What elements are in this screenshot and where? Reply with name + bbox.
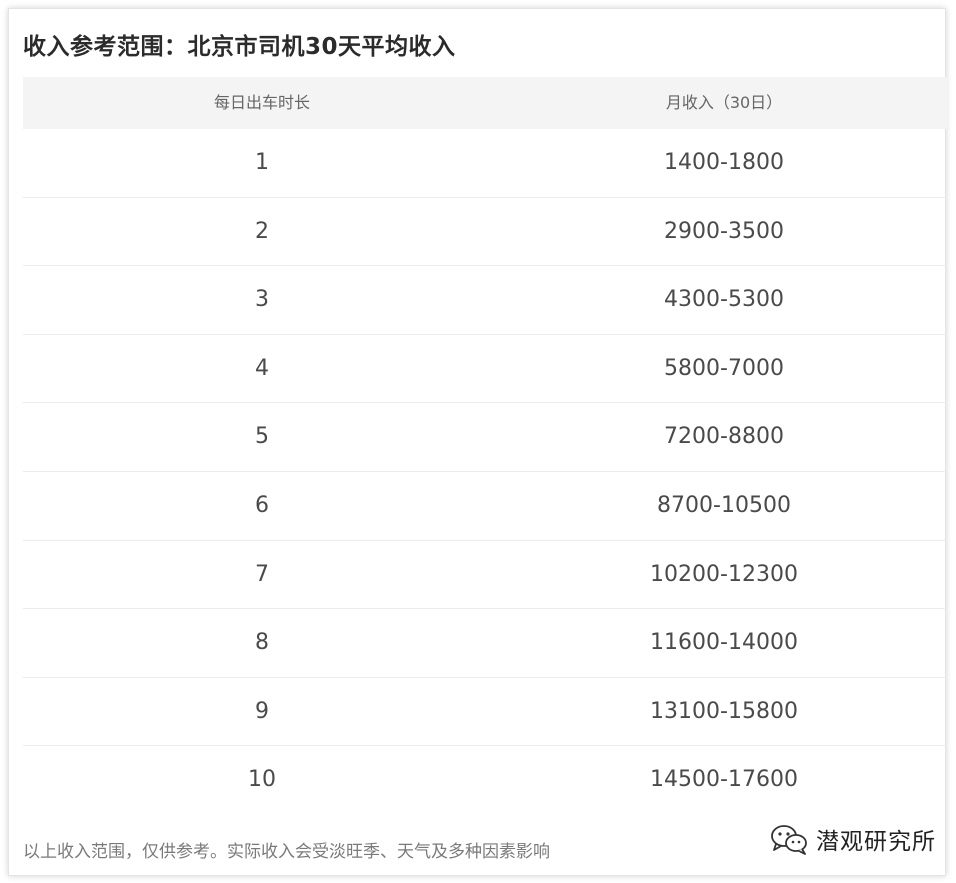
daily-hours-cell: 3: [255, 287, 269, 313]
daily-hours-cell: 5: [255, 424, 269, 450]
daily-hours-cell: 1: [255, 150, 269, 175]
monthly-income-cell: 5800-7000: [664, 355, 784, 381]
table-row: 3 4300-5300: [23, 266, 947, 335]
daily-hours-cell: 6: [255, 492, 269, 518]
daily-hours-cell: 2: [255, 218, 269, 244]
daily-hours-cell: 9: [255, 698, 269, 724]
table-row: 4 5800-7000: [23, 335, 947, 404]
watermark-text: 潜观研究所: [816, 829, 936, 855]
table-header: 每日出车时长 月收入（30日）: [23, 77, 947, 129]
table-row: 6 8700-10500: [23, 472, 947, 541]
monthly-income-cell: 11600-14000: [650, 630, 798, 656]
table-row: 7 10200-12300: [23, 541, 947, 610]
monthly-income-cell: 13100-15800: [650, 698, 798, 724]
monthly-income-cell: 7200-8800: [664, 424, 784, 450]
disclaimer-text: 以上收入范围，仅供参考。实际收入会受淡旺季、天气及多种因素影响: [23, 842, 550, 862]
monthly-income-cell: 4300-5300: [664, 287, 784, 313]
monthly-income-cell: 2900-3500: [664, 218, 784, 244]
income-table: 每日出车时长 月收入（30日） 1 1400-1800 2 2900-3500 …: [23, 77, 947, 825]
table-row: 5 7200-8800: [23, 403, 947, 472]
table-row: 2 2900-3500: [23, 198, 947, 267]
column-header-daily-hours: 每日出车时长: [213, 93, 310, 112]
monthly-income-cell: 14500-17600: [650, 767, 798, 793]
monthly-income-cell: 8700-10500: [657, 492, 791, 518]
daily-hours-cell: 10: [248, 767, 276, 793]
table-body: 1 1400-1800 2 2900-3500 3 4300-5300 4 58…: [23, 129, 947, 815]
table-row: 9 13100-15800: [23, 678, 947, 747]
table-row: 1 1400-1800: [23, 129, 947, 198]
income-table-card: 收入参考范围：北京市司机30天平均收入 每日出车时长 月收入（30日） 1 14…: [8, 8, 947, 876]
column-header-monthly-income: 月收入（30日）: [665, 93, 783, 112]
table-row: 8 11600-14000: [23, 609, 947, 678]
daily-hours-cell: 7: [255, 561, 269, 587]
daily-hours-cell: 8: [255, 630, 269, 656]
page-title: 收入参考范围：北京市司机30天平均收入: [23, 34, 456, 60]
watermark: 潜观研究所: [770, 822, 936, 856]
monthly-income-cell: 10200-12300: [650, 561, 798, 587]
table-row: 10 14500-17600: [23, 746, 947, 815]
daily-hours-cell: 4: [255, 355, 269, 381]
monthly-income-cell: 1400-1800: [664, 150, 784, 175]
wechat-icon: [770, 823, 808, 855]
